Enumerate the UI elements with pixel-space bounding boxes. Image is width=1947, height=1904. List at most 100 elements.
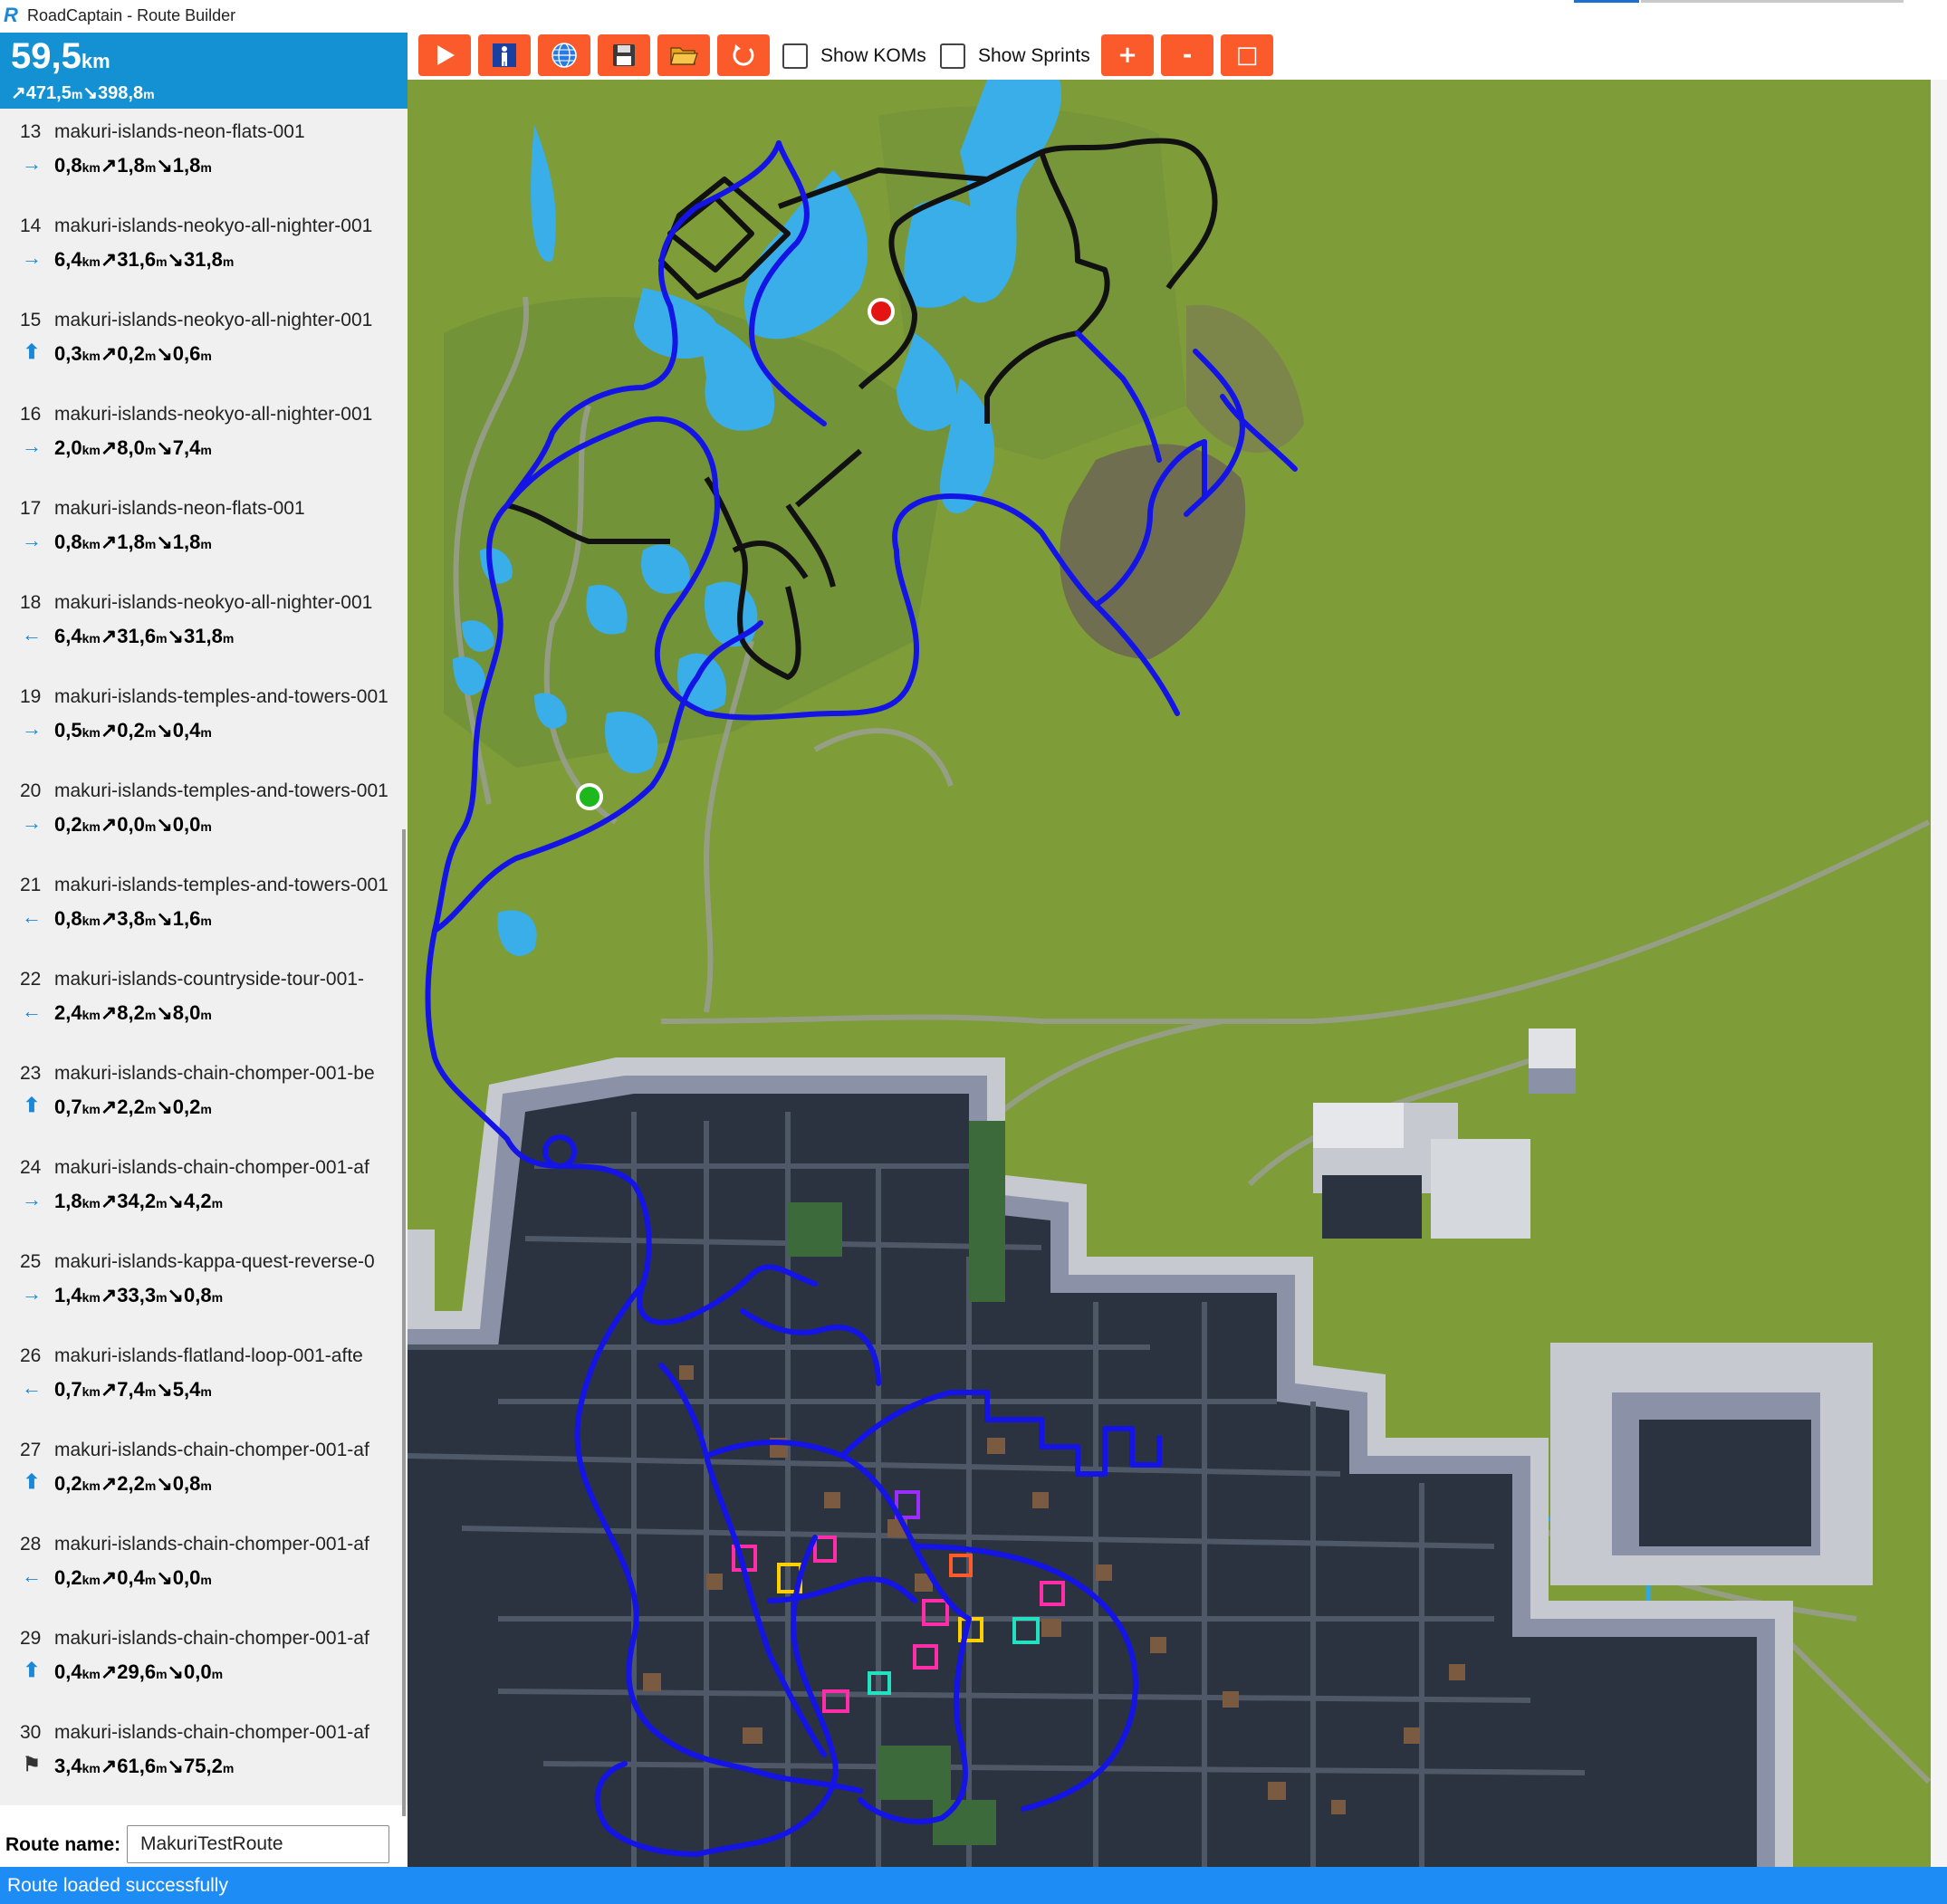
ascent-icon: ↗ xyxy=(100,1378,118,1401)
total-distance: 59,5km xyxy=(11,36,110,77)
descent-icon: ↘ xyxy=(156,342,173,365)
descent-unit: m xyxy=(222,631,235,646)
descent-unit: m xyxy=(211,1196,224,1210)
ascent-icon: ↗ xyxy=(100,1190,118,1212)
route-start-marker[interactable] xyxy=(576,783,603,810)
play-button[interactable] xyxy=(418,34,471,76)
simulate-rider-button[interactable] xyxy=(478,34,531,76)
ascent-icon: ↗ xyxy=(100,1755,118,1777)
segment-descent: 4,2 xyxy=(183,1190,212,1212)
descent-icon: ↘ xyxy=(156,813,173,836)
segment-stats: 0,5km↗0,2m↘0,4m xyxy=(54,719,212,742)
segment-ascent: 61,6 xyxy=(117,1755,157,1777)
ascent-unit: m xyxy=(144,349,157,363)
segment-row[interactable]: 26 makuri-islands-flatland-loop-001-afte ←… xyxy=(0,1338,404,1432)
ascent-icon: ↗ xyxy=(100,248,118,271)
finish-flag-icon: ⚑ xyxy=(23,1753,41,1775)
ascent-unit: m xyxy=(156,1761,168,1775)
select-world-button[interactable] xyxy=(538,34,590,76)
open-file-button[interactable] xyxy=(657,34,710,76)
status-bar: Route loaded successfully xyxy=(0,1867,1947,1904)
distance-unit: km xyxy=(82,160,101,175)
ascent-unit: m xyxy=(71,87,83,101)
segment-name: makuri-islands-kappa-quest-reverse-0 xyxy=(54,1251,375,1272)
ascent-unit: m xyxy=(144,914,157,928)
zoom-in-button[interactable]: + xyxy=(1101,34,1154,76)
ascent-unit: m xyxy=(156,1290,168,1305)
segment-descent: 8,0 xyxy=(172,1001,201,1024)
map-block xyxy=(1639,1420,1811,1546)
descent-icon: ↘ xyxy=(167,248,184,271)
descent-unit: m xyxy=(200,1102,212,1116)
ascent-icon: ↗ xyxy=(100,1096,118,1118)
segment-row[interactable]: 27 makuri-islands-chain-chomper-001-af ⬆ 0,… xyxy=(0,1432,404,1526)
segment-ascent: 1,8 xyxy=(117,531,145,553)
segment-ascent: 31,6 xyxy=(117,248,157,271)
show-koms-checkbox[interactable] xyxy=(782,43,808,69)
segment-descent: 0,0 xyxy=(172,1566,201,1589)
segment-row[interactable]: 20 makuri-islands-temples-and-towers-001 →… xyxy=(0,773,404,867)
route-name-input[interactable] xyxy=(127,1825,389,1863)
segment-row[interactable]: 30 makuri-islands-chain-chomper-001-af ⚑ 3,… xyxy=(0,1715,404,1809)
segment-name: makuri-islands-flatland-loop-001-afte xyxy=(54,1345,363,1366)
descent-icon: ↘ xyxy=(156,1001,173,1024)
route-end-marker[interactable] xyxy=(868,298,895,325)
segment-row[interactable]: 19 makuri-islands-temples-and-towers-001 →… xyxy=(0,679,404,773)
descent-icon: ↘ xyxy=(156,1472,173,1495)
route-map[interactable] xyxy=(408,80,1931,1867)
segment-index: 27 xyxy=(20,1440,42,1460)
segment-name: makuri-islands-neokyo-all-nighter-001 xyxy=(54,310,373,330)
route-summary: 59,5km ↗471,5m↘398,8m xyxy=(0,33,408,109)
segment-distance: 6,4 xyxy=(54,625,82,647)
ascent-unit: m xyxy=(144,819,157,834)
segment-row[interactable]: 15 makuri-islands-neokyo-all-nighter-001 ⬆… xyxy=(0,302,404,397)
up-arrow-icon: ⬆ xyxy=(23,1094,41,1116)
map-scrollbar[interactable] xyxy=(1931,80,1947,1867)
select-world-icon xyxy=(551,43,577,68)
zoom-out-button[interactable]: - xyxy=(1161,34,1213,76)
segment-row[interactable]: 21 makuri-islands-temples-and-towers-001 ←… xyxy=(0,867,404,962)
segment-row[interactable]: 22 makuri-islands-countryside-tour-001- ← 2… xyxy=(0,962,404,1056)
segment-row[interactable]: 17 makuri-islands-neon-flats-001 → 0,8km↗1,… xyxy=(0,491,404,585)
segment-row[interactable]: 18 makuri-islands-neokyo-all-nighter-001 ←… xyxy=(0,585,404,679)
segment-row[interactable]: 24 makuri-islands-chain-chomper-001-af → 1,… xyxy=(0,1150,404,1244)
segment-list-scrollbar[interactable] xyxy=(402,829,406,1825)
ascent-icon: ↗ xyxy=(100,1001,118,1024)
ascent-unit: m xyxy=(156,254,168,269)
segment-stats: 1,8km↗34,2m↘4,2m xyxy=(54,1190,223,1213)
segment-row[interactable]: 13 makuri-islands-neon-flats-001 → 0,8km↗1,… xyxy=(0,114,404,208)
ascent-icon: ↗ xyxy=(100,907,118,930)
total-distance-value: 59,5 xyxy=(11,36,82,76)
map-canvas[interactable] xyxy=(408,80,1931,1867)
show-sprints-checkbox[interactable] xyxy=(940,43,965,69)
reset-zoom-button[interactable]: □ xyxy=(1221,34,1273,76)
ascent-unit: m xyxy=(156,631,168,646)
map-block xyxy=(408,1229,435,1329)
segment-row[interactable]: 29 makuri-islands-chain-chomper-001-af ⬆ 0,… xyxy=(0,1621,404,1715)
segment-descent: 1,8 xyxy=(172,154,201,177)
segment-name: makuri-islands-chain-chomper-001-af xyxy=(54,1722,369,1743)
toolbar: Show KOMs Show Sprints + - □ xyxy=(408,33,1947,80)
ascent-icon: ↗ xyxy=(100,531,118,553)
segment-stats: 0,2km↗0,0m↘0,0m xyxy=(54,813,212,837)
reset-route-button[interactable] xyxy=(717,34,770,76)
segment-row[interactable]: 14 makuri-islands-neokyo-all-nighter-001 →… xyxy=(0,208,404,302)
up-arrow-icon: ⬆ xyxy=(23,340,41,363)
left-arrow-icon: ← xyxy=(22,905,42,928)
map-block xyxy=(1313,1103,1404,1148)
segment-row[interactable]: 23 makuri-islands-chain-chomper-001-be ⬆ 0,… xyxy=(0,1056,404,1150)
map-block xyxy=(1529,1029,1576,1068)
left-arrow-icon: ← xyxy=(22,1376,42,1399)
descent-unit: m xyxy=(222,254,235,269)
segment-ascent: 34,2 xyxy=(117,1190,157,1212)
segment-descent: 0,6 xyxy=(172,342,201,365)
save-button[interactable] xyxy=(598,34,650,76)
segment-index: 19 xyxy=(20,686,42,707)
segment-ascent: 3,8 xyxy=(117,907,145,930)
segment-row[interactable]: 25 makuri-islands-kappa-quest-reverse-0 → 1… xyxy=(0,1244,404,1338)
distance-unit: km xyxy=(82,1102,101,1116)
segment-list: 13 makuri-islands-neon-flats-001 → 0,8km↗1,… xyxy=(0,114,404,1825)
left-arrow-icon: ← xyxy=(22,623,42,646)
segment-row[interactable]: 16 makuri-islands-neokyo-all-nighter-001 →… xyxy=(0,397,404,491)
segment-row[interactable]: 28 makuri-islands-chain-chomper-001-af ← 0,… xyxy=(0,1526,404,1621)
